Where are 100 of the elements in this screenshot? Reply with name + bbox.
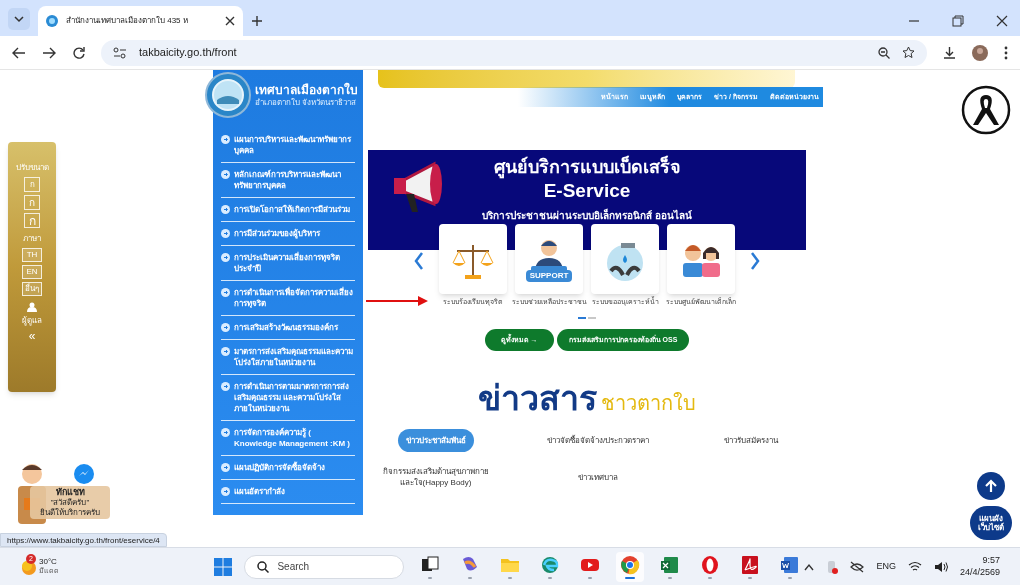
messenger-icon[interactable] [74, 464, 94, 484]
sidebar-menu-item[interactable]: แผนปฏิบัติการจัดซื้อจัดจ้าง [221, 456, 355, 480]
sidebar-menu-item[interactable]: มาตรการส่งเสริมคุณธรรมและความโปร่งใสภายในหน่วยงาน [221, 340, 355, 375]
news-heading-accent: ชาวตากใบ [601, 393, 696, 413]
collapse-button[interactable]: « [28, 330, 36, 342]
zoom-icon[interactable] [878, 46, 890, 59]
taskbar-search-field[interactable]: Search [244, 554, 405, 579]
running-indicator [625, 576, 636, 579]
mourning-ribbon-icon [961, 85, 1011, 135]
service-card[interactable] [667, 224, 735, 294]
arrow-circle-icon [221, 229, 230, 238]
close-icon[interactable] [225, 16, 235, 26]
language-button[interactable]: EN [22, 265, 42, 279]
chevron-up-icon[interactable] [804, 562, 815, 571]
new-tab-icon[interactable] [251, 15, 263, 27]
arrow-circle-icon [221, 323, 230, 332]
chrome-browser-icon [620, 554, 641, 575]
running-indicator [548, 576, 553, 579]
service-card[interactable] [591, 224, 659, 294]
support-label: SUPPORT [525, 270, 573, 282]
language-button[interactable]: อื่นๆ [22, 282, 42, 296]
running-indicator [748, 576, 753, 579]
search-icon [257, 560, 270, 573]
site-subtitle: อำเภอตากใบ จังหวัดนราธิวาส [255, 97, 358, 108]
windows-start-icon[interactable] [214, 557, 233, 576]
sidebar-menu-item[interactable]: หลักเกณฑ์การบริหารและพัฒนาทรัพยากรบุคคล [221, 163, 355, 198]
font-size-button[interactable]: ก [24, 213, 40, 228]
back-icon[interactable] [12, 46, 26, 59]
running-indicator [428, 576, 433, 579]
edge-browser-icon [540, 554, 561, 575]
pointer-arrow-annotation [366, 296, 428, 306]
user-icon[interactable] [27, 302, 37, 312]
arrow-circle-icon [221, 288, 230, 297]
hidden-eye-icon[interactable] [850, 560, 865, 573]
address-bar[interactable]: takbaicity.go.th/front [101, 39, 927, 66]
browser-tab[interactable]: สำนักงานเทศบาลเมืองตากใบ 435 ห [38, 6, 243, 36]
restore-icon[interactable] [952, 15, 964, 27]
chat-card[interactable]: ทักแชท "สวัสดีครับ" ยินดีให้บริการครับ [30, 486, 110, 520]
service-card[interactable] [439, 224, 507, 294]
reload-icon[interactable] [72, 46, 85, 59]
service-card[interactable]: SUPPORT [515, 224, 583, 294]
arrow-circle-icon [221, 347, 230, 356]
panel-label: ผู้ดูแล [22, 315, 42, 327]
chat-greeting: "สวัสดีครับ" [50, 498, 90, 508]
sidebar-menu-item[interactable]: การเปิดโอกาสให้เกิดการมีส่วนร่วม [221, 198, 355, 222]
forward-icon[interactable] [42, 46, 56, 59]
news-tab[interactable]: กิจกรรมส่งเสริมด้านสุขภาพกายและใจ(Happy Body) [373, 460, 498, 494]
spreadsheet-icon [660, 554, 681, 575]
chat-title: ทักแชท [55, 487, 85, 498]
site-title: เทศบาลเมืองตากใบ [255, 82, 358, 98]
sidebar-menu-item[interactable]: แผนอัตรากำลัง [221, 480, 355, 504]
language-button[interactable]: TH [22, 248, 42, 262]
running-indicator [788, 576, 793, 579]
language-indicator[interactable]: ENG [876, 559, 896, 574]
sidebar-menu-item[interactable]: การมีส่วนร่วมของผู้บริหาร [221, 222, 355, 246]
star-icon[interactable] [902, 46, 915, 59]
volume-icon[interactable] [933, 560, 948, 573]
panel-label: ภาษา [23, 233, 41, 245]
sitemap-button[interactable]: แผนผังเว็บไซต์ [970, 506, 1012, 540]
running-indicator [708, 576, 713, 579]
news-tab[interactable]: ข่าวรับสมัครงาน [715, 429, 786, 452]
arrow-circle-icon [221, 205, 230, 214]
sidebar-menu-item[interactable]: การเสริมสร้างวัฒนธรรมองค์กร [221, 316, 355, 340]
menu-icon[interactable] [1004, 45, 1008, 60]
municipality-seal-icon [205, 72, 251, 118]
running-indicator [588, 576, 593, 579]
font-size-button[interactable]: ก [24, 195, 40, 210]
panel-label: ปรับขนาด [15, 162, 49, 174]
news-tab[interactable]: ข่าวประชาสัมพันธ์ [397, 429, 474, 452]
profile-avatar[interactable] [972, 44, 988, 61]
sidebar-menu-item[interactable]: การดำเนินการเพื่อจัดการความเสี่ยงการทุจริต [221, 281, 355, 316]
arrow-circle-icon [221, 463, 230, 472]
pdf-document-icon [740, 554, 761, 575]
sidebar-menu-item[interactable]: แผนการบริหารและพัฒนาทรัพยากรบุคคล [221, 128, 355, 163]
up-arrow-icon [984, 479, 998, 493]
banner-subtitle: E-Service [543, 179, 631, 203]
running-indicator [468, 576, 473, 579]
news-tab[interactable]: ข่าวเทศบาล [570, 465, 626, 489]
arrow-circle-icon [221, 135, 230, 144]
clock[interactable]: 9:57 24/4/2569 [959, 555, 1000, 578]
running-indicator [508, 576, 513, 579]
download-icon[interactable] [943, 46, 956, 59]
arrow-circle-icon [221, 487, 230, 496]
news-tab[interactable]: ข่าวจัดซื้อจัดจ้าง/ประกวดราคา [538, 429, 658, 452]
banner-tagline: บริการประชาชนผ่านระบบอิเล็กทรอนิกส์ ออนไลน์ [482, 208, 692, 224]
url-text: takbaicity.go.th/front [139, 45, 238, 61]
sidebar-menu-item[interactable]: การดำเนินการตามมาตรการการส่งเสริมคุณธรรม และความโปร่งใสภายในหน่วยงาน [221, 375, 355, 421]
tab-list-icon[interactable] [8, 8, 30, 30]
banner-title: ศูนย์บริการแบบเบ็ดเสร็จ [493, 156, 681, 179]
chat-note: ยินดีให้บริการครับ [40, 508, 100, 519]
scroll-top-button[interactable] [977, 472, 1005, 500]
wifi-icon[interactable] [907, 561, 922, 572]
font-size-button[interactable]: ก [24, 177, 40, 192]
sidebar-menu-item[interactable]: การจัดการองค์ความรู้ ( Knowledge Management :KM ) [221, 421, 355, 456]
running-indicator [668, 576, 673, 579]
close-icon[interactable] [996, 15, 1008, 27]
site-settings-icon[interactable] [113, 46, 127, 59]
site-logo-icon [46, 15, 58, 27]
sidebar-menu-item[interactable]: การประเมินความเสี่ยงการทุจริตประจำปี [221, 246, 355, 281]
arrow-circle-icon [221, 382, 230, 391]
